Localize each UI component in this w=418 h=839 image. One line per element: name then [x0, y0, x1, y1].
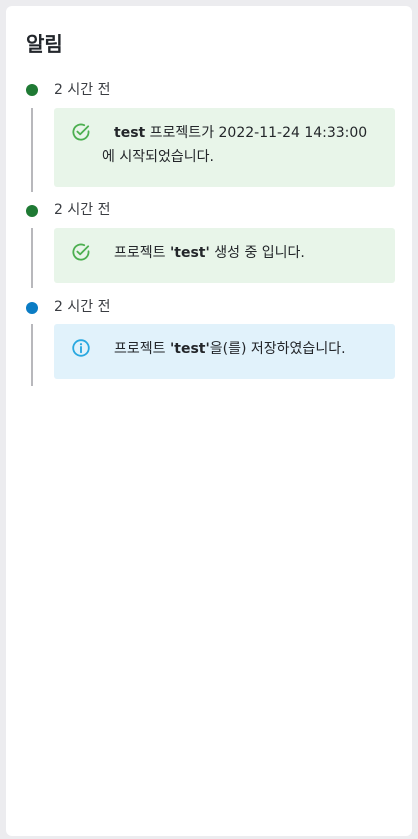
message-text: 프로젝트	[114, 341, 170, 357]
message-text: 생성 중 입니다.	[209, 245, 305, 261]
message-project: 'test'	[169, 341, 210, 357]
timeline-connector	[31, 324, 33, 386]
notification-card: 프로젝트 'test'을(를) 저장하였습니다.	[54, 324, 395, 379]
timestamp: 2 시간 전	[54, 202, 111, 218]
timeline-connector	[31, 108, 33, 192]
message-text: 을(를) 저장하였습니다.	[209, 341, 346, 357]
notification-card: 프로젝트 'test' 생성 중 입니다.	[54, 228, 395, 283]
check-circle-icon	[71, 242, 91, 262]
success-dot-icon	[26, 205, 38, 217]
message-text: 프로젝트가 2022-11-24 14:33:00	[145, 125, 368, 141]
info-circle-icon	[71, 338, 91, 358]
success-dot-icon	[26, 84, 38, 96]
timeline-connector	[31, 228, 33, 288]
info-dot-icon	[26, 302, 38, 314]
notification-message-line2: 에 시작되었습니다.	[102, 149, 214, 165]
notification-message: 프로젝트 'test'을(를) 저장하였습니다.	[114, 337, 383, 361]
notification-message: test 프로젝트가 2022-11-24 14:33:00	[114, 121, 383, 145]
timestamp: 2 시간 전	[54, 299, 111, 315]
message-project: 'test'	[169, 245, 210, 261]
check-circle-icon	[71, 122, 91, 142]
panel-title: 알림	[26, 32, 63, 56]
message-text: 프로젝트	[114, 245, 170, 261]
notifications-panel: 알림 2 시간 전 test 프로젝트가 2022-11-24 14:33:00…	[6, 6, 412, 836]
message-project: test	[114, 125, 146, 141]
notification-card: test 프로젝트가 2022-11-24 14:33:00 에 시작되었습니다…	[54, 108, 395, 187]
timestamp: 2 시간 전	[54, 82, 111, 98]
notification-message: 프로젝트 'test' 생성 중 입니다.	[114, 241, 383, 265]
